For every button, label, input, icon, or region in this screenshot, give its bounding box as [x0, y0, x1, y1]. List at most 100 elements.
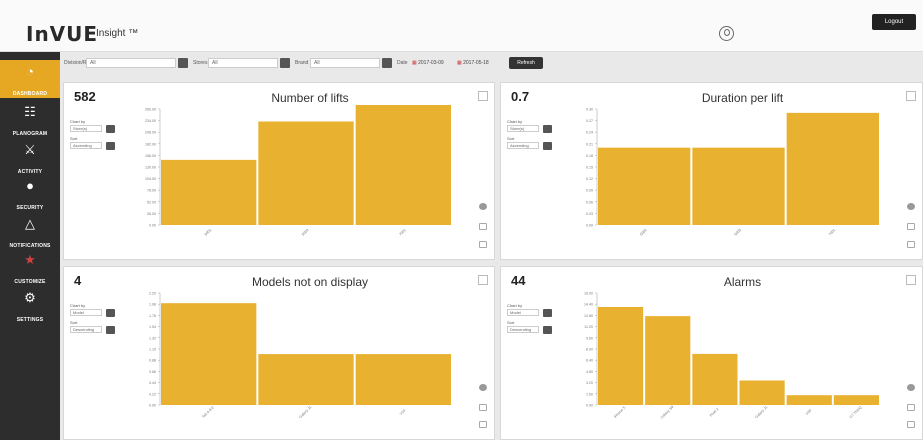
chart-by-select[interactable]: Model — [70, 309, 102, 316]
chart-bar[interactable] — [833, 395, 879, 405]
user-icon[interactable] — [719, 26, 734, 41]
chart-bar[interactable] — [786, 395, 832, 405]
brand-dropdown-button[interactable] — [382, 58, 392, 68]
sort-dropdown-button[interactable] — [106, 142, 115, 150]
sort-select[interactable]: Ascending — [507, 142, 539, 149]
sidebar-item-notifications[interactable]: △ NOTIFICATIONS — [0, 212, 60, 250]
y-tick-label: 16.00 — [584, 292, 593, 296]
sidebar-item-label: CUSTOMIZE — [14, 279, 46, 285]
chart-by-label: Chart by — [70, 119, 86, 124]
x-tick-label: G7 ThinQ — [849, 405, 863, 419]
metric-value: 582 — [74, 89, 96, 104]
x-tick-label: Galaxy S9 — [660, 405, 675, 420]
sidebar-item-label: SETTINGS — [16, 317, 44, 323]
email-icon[interactable] — [907, 241, 915, 248]
metric-value: 44 — [511, 273, 526, 288]
chart-by-dropdown-button[interactable] — [106, 125, 115, 133]
email-icon[interactable] — [479, 421, 487, 429]
gears-icon: ⚙ — [24, 290, 36, 305]
chart-by-select[interactable]: Model — [507, 309, 539, 316]
globe-icon: ● — [26, 178, 34, 193]
stores-label: Stores — [193, 60, 208, 66]
email-icon[interactable] — [479, 241, 487, 248]
chart-bar[interactable] — [161, 159, 257, 225]
chart-bar[interactable] — [355, 354, 451, 405]
image-export-icon[interactable] — [479, 403, 487, 411]
y-tick-label: 182.00 — [145, 142, 156, 146]
date-to[interactable]: ▦ 2017-05-18 — [457, 58, 489, 68]
y-tick-label: 9.60 — [586, 336, 593, 340]
division-dropdown-button[interactable] — [178, 58, 188, 68]
y-tick-label: 3.20 — [586, 381, 593, 385]
refresh-button[interactable]: Refresh — [509, 57, 543, 69]
sidebar: ◔ DASHBOARD ☷ PLANOGRAM ⚔ ACTIVITY ● SECURITY △ N… — [0, 52, 60, 440]
date-from[interactable]: ▦ 2017-03-09 — [412, 58, 444, 68]
email-icon[interactable] — [907, 421, 915, 429]
image-export-icon[interactable] — [479, 223, 487, 230]
chart-by-dropdown-button[interactable] — [106, 309, 115, 317]
chart-bar[interactable] — [692, 353, 738, 405]
chart-bar[interactable] — [161, 303, 257, 405]
logout-button[interactable]: Logout — [872, 14, 916, 30]
x-tick-label: 5002 — [639, 228, 647, 236]
expand-icon[interactable] — [906, 275, 916, 285]
settings-icon[interactable] — [907, 203, 915, 210]
chart-bar[interactable] — [598, 147, 691, 225]
sidebar-item-security[interactable]: ● SECURITY — [0, 174, 60, 212]
sort-dropdown-button[interactable] — [543, 142, 552, 150]
sort-select[interactable]: Descending — [507, 326, 539, 333]
y-tick-label: 0.03 — [586, 212, 593, 216]
y-tick-label: 1.32 — [149, 336, 156, 340]
sidebar-item-settings[interactable]: ⚙ SETTINGS — [0, 286, 60, 324]
sort-dropdown-button[interactable] — [106, 326, 115, 334]
division-select[interactable]: All — [86, 58, 176, 68]
chart-by-select[interactable]: Store(s) — [70, 125, 102, 132]
y-tick-label: 0.44 — [149, 381, 156, 385]
image-export-icon[interactable] — [907, 403, 915, 411]
stores-dropdown-button[interactable] — [280, 58, 290, 68]
sidebar-item-activity[interactable]: ⚔ ACTIVITY — [0, 138, 60, 176]
y-tick-label: 8.00 — [586, 348, 593, 352]
y-tick-label: 0.09 — [586, 189, 593, 193]
settings-icon[interactable] — [907, 384, 915, 392]
sidebar-item-dashboard[interactable]: ◔ DASHBOARD — [0, 60, 60, 98]
chart-bar[interactable] — [258, 121, 354, 225]
expand-icon[interactable] — [478, 91, 488, 101]
chart-bar[interactable] — [645, 316, 691, 405]
y-tick-label: 0.66 — [149, 370, 156, 374]
sort-label: Sort — [70, 320, 78, 325]
date-to-value: 2017-05-18 — [463, 60, 489, 66]
sort-dropdown-button[interactable] — [543, 326, 552, 334]
chart-by-dropdown-button[interactable] — [543, 125, 552, 133]
stores-select[interactable]: All — [208, 58, 278, 68]
sort-label: Sort — [507, 136, 515, 141]
chart-bar[interactable] — [786, 112, 879, 225]
expand-icon[interactable] — [478, 275, 488, 285]
chart-by-select[interactable]: Store(s) — [507, 125, 539, 132]
y-tick-label: 0.12 — [586, 177, 593, 181]
sidebar-item-planogram[interactable]: ☷ PLANOGRAM — [0, 100, 60, 138]
expand-icon[interactable] — [906, 91, 916, 101]
sort-select[interactable]: Ascending — [70, 142, 102, 149]
brand-select[interactable]: All — [310, 58, 380, 68]
settings-icon[interactable] — [479, 203, 487, 210]
y-tick-label: 2.20 — [149, 292, 156, 296]
image-export-icon[interactable] — [907, 223, 915, 230]
sidebar-item-customize[interactable]: ★ CUSTOMIZE — [0, 248, 60, 286]
y-tick-label: 11.20 — [584, 325, 593, 329]
sort-label: Sort — [507, 320, 515, 325]
x-tick-label: Galaxy J1 — [754, 405, 768, 419]
sort-select[interactable]: Descending — [70, 326, 102, 333]
chart-bar[interactable] — [258, 354, 354, 405]
chart-bar[interactable] — [598, 307, 644, 405]
chart-bar[interactable] — [692, 147, 785, 225]
brand-logo: InVUE — [26, 22, 99, 46]
settings-icon[interactable] — [479, 384, 487, 392]
chart-bar[interactable] — [739, 380, 785, 406]
chart-title: Models not on display — [251, 275, 369, 289]
x-tick-label: 5002 — [204, 228, 212, 236]
chart-by-dropdown-button[interactable] — [543, 309, 552, 317]
date-label: Date — [397, 60, 408, 66]
y-tick-label: 0.15 — [586, 166, 593, 170]
chart-bar[interactable] — [355, 105, 451, 225]
